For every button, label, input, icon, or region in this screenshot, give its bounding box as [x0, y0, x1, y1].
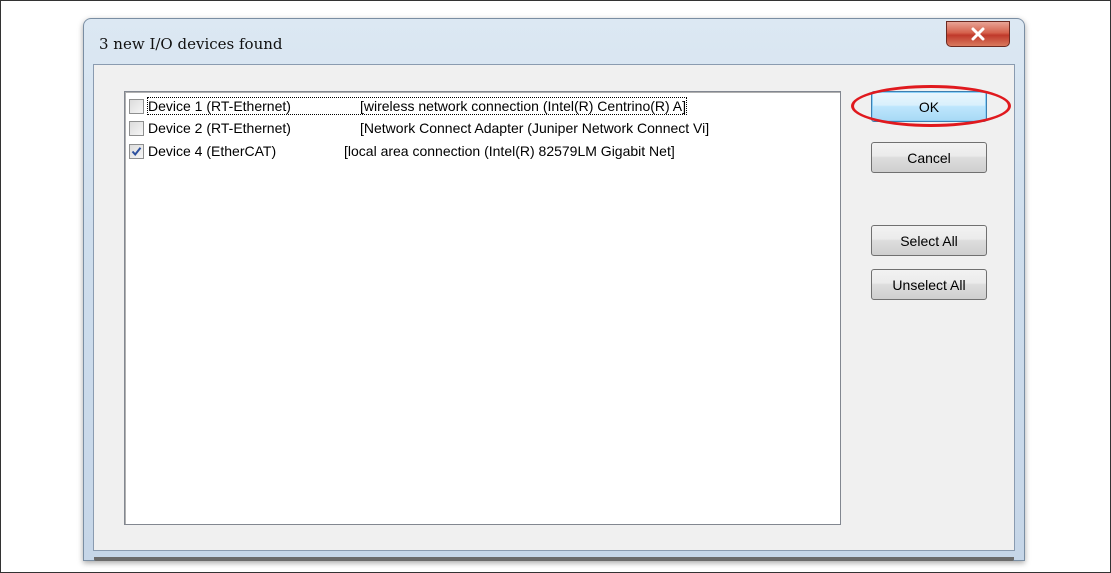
device-description: [Network Connect Adapter (Juniper Networ…: [360, 120, 710, 136]
list-item[interactable]: Device 4 (EtherCAT) [local area connecti…: [129, 141, 675, 161]
device-list[interactable]: Device 1 (RT-Ethernet) [wireless network…: [124, 91, 841, 525]
device-description: [local area connection (Intel(R) 82579LM…: [344, 143, 675, 159]
device-name: Device 1 (RT-Ethernet): [148, 98, 291, 114]
ok-button[interactable]: OK: [871, 91, 987, 122]
device-checkbox[interactable]: [129, 120, 144, 136]
unselect-all-button[interactable]: Unselect All: [871, 269, 987, 300]
device-name: Device 2 (RT-Ethernet): [148, 120, 291, 136]
screenshot-frame: 3 new I/O devices found Device 1 (RT-Eth…: [0, 0, 1111, 573]
device-description: [wireless network connection (Intel(R) C…: [360, 98, 687, 114]
select-all-button[interactable]: Select All: [871, 225, 987, 256]
dialog-client-area: Device 1 (RT-Ethernet) [wireless network…: [93, 64, 1015, 551]
device-name: Device 4 (EtherCAT): [148, 143, 277, 159]
list-item[interactable]: Device 2 (RT-Ethernet) [Network Connect …: [129, 118, 709, 138]
device-label: Device 4 (EtherCAT) [local area connecti…: [148, 143, 675, 159]
close-button[interactable]: [946, 21, 1010, 47]
list-item[interactable]: Device 1 (RT-Ethernet) [wireless network…: [129, 96, 688, 116]
device-checkbox[interactable]: [129, 143, 144, 159]
dialog-window: 3 new I/O devices found Device 1 (RT-Eth…: [83, 18, 1025, 561]
cancel-button[interactable]: Cancel: [871, 142, 987, 173]
dialog-title: 3 new I/O devices found: [99, 35, 283, 53]
device-checkbox[interactable]: [129, 98, 144, 114]
close-icon: [971, 27, 985, 41]
device-label: Device 1 (RT-Ethernet) [wireless network…: [146, 97, 688, 115]
checkmark-icon: [131, 146, 142, 156]
device-label: Device 2 (RT-Ethernet) [Network Connect …: [148, 120, 709, 136]
